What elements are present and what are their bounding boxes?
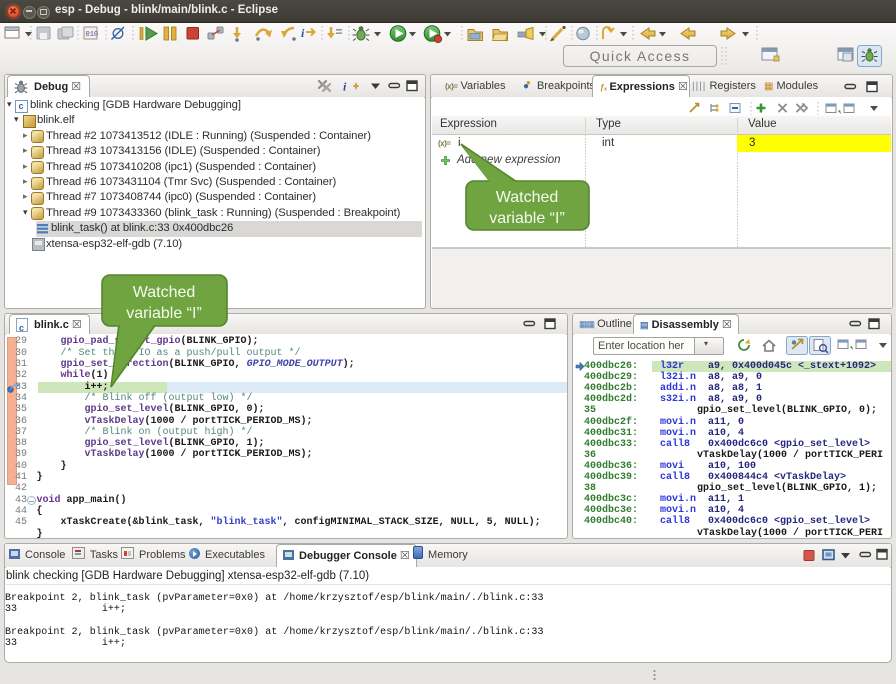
svg-text:Watched: Watched [496,189,559,206]
svg-text:Watched: Watched [133,284,196,301]
svg-text:variable “I”: variable “I” [489,210,565,227]
svg-text:variable “I”: variable “I” [126,305,202,322]
